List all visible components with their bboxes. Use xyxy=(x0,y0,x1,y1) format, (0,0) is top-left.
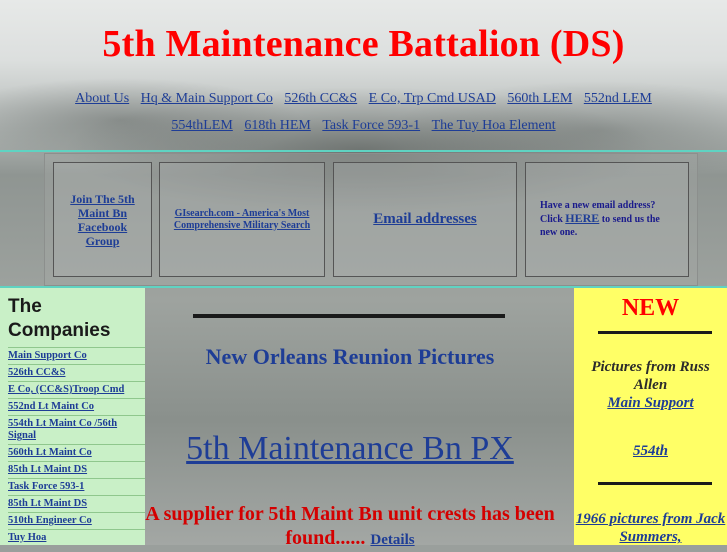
news-sidebar: NEW Pictures from Russ Allen Main Suppor… xyxy=(574,288,727,545)
new-email-box: Have a new email address? Click HERE to … xyxy=(525,162,689,277)
facebook-group-link[interactable]: Join The 5th Maint Bn Facebook Group xyxy=(54,192,151,248)
pictures-from-text: Pictures from Russ Allen xyxy=(591,359,710,393)
gisearch-link[interactable]: GIsearch.com - America's Most Comprehens… xyxy=(160,208,324,232)
company-link-560th[interactable]: 560th Lt Maint Co xyxy=(8,447,92,458)
new-email-here-link[interactable]: HERE xyxy=(565,211,599,225)
gisearch-box: GIsearch.com - America's Most Comprehens… xyxy=(159,162,325,277)
px-heading[interactable]: 5th Maintenance Bn PX xyxy=(145,430,555,468)
list-item: 85th Lt Maint DS xyxy=(8,495,145,512)
feature-box-row: Join The 5th Maint Bn Facebook Group GIs… xyxy=(44,153,698,286)
company-link-tuy-hoa[interactable]: Tuy Hoa xyxy=(8,532,46,543)
nav-e-co[interactable]: E Co, Trp Cmd USAD xyxy=(369,91,496,106)
list-item: 552nd Lt Maint Co xyxy=(8,398,145,415)
companies-title: The Companies xyxy=(8,296,111,341)
company-link-task-force[interactable]: Task Force 593-1 xyxy=(8,481,84,492)
nav-tuy-hoa[interactable]: The Tuy Hoa Element xyxy=(432,118,556,133)
company-link-e-co[interactable]: E Co, (CC&S)Troop Cmd xyxy=(8,384,124,395)
nav-about-us[interactable]: About Us xyxy=(75,91,129,106)
supplier-text: A supplier for 5th Maint Bn unit crests … xyxy=(145,503,555,549)
facebook-box: Join The 5th Maint Bn Facebook Group xyxy=(53,162,152,277)
list-item: 526th CC&S xyxy=(8,364,145,381)
554th-block: 554th xyxy=(574,442,727,460)
1966-pictures-link[interactable]: 1966 pictures from Jack Summers, xyxy=(576,511,726,545)
list-item: E Co, (CC&S)Troop Cmd xyxy=(8,381,145,398)
company-link-85th[interactable]: 85th Lt Maint DS xyxy=(8,464,87,475)
nav-560th[interactable]: 560th LEM xyxy=(507,91,572,106)
company-link-526th[interactable]: 526th CC&S xyxy=(8,367,65,378)
list-item: 510th Engineer Co xyxy=(8,512,145,529)
divider-top xyxy=(0,150,727,152)
list-item: Main Support Co xyxy=(8,347,145,364)
nav-552nd[interactable]: 552nd LEM xyxy=(584,91,652,106)
new-label: NEW xyxy=(621,295,680,321)
list-item: Tuy Hoa xyxy=(8,529,145,546)
nav-task-force[interactable]: Task Force 593-1 xyxy=(322,118,420,133)
company-link-554th[interactable]: 554th Lt Maint Co /56th Signal xyxy=(8,418,117,441)
list-item: Task Force 593-1 xyxy=(8,478,145,495)
nav-row-1: About Us Hq & Main Support Co 526th CC&S… xyxy=(0,91,727,107)
companies-list: Main Support Co 526th CC&S E Co, (CC&S)T… xyxy=(0,347,145,546)
company-link-main-support[interactable]: Main Support Co xyxy=(8,350,87,361)
list-item: 560th Lt Maint Co xyxy=(8,444,145,461)
company-link-552nd[interactable]: 552nd Lt Maint Co xyxy=(8,401,94,412)
news-rule-2 xyxy=(598,482,712,485)
details-link[interactable]: Details xyxy=(370,532,414,548)
nav-row-2: 554thLEM 618th HEM Task Force 593-1 The … xyxy=(0,118,727,134)
1966-block: 1966 pictures from Jack Summers, xyxy=(574,510,727,546)
list-item: 85th Lt Maint DS xyxy=(8,461,145,478)
nav-hq-main-support[interactable]: Hq & Main Support Co xyxy=(141,91,273,106)
site-title: 5th Maintenance Battalion (DS) xyxy=(102,23,625,65)
nav-618th[interactable]: 618th HEM xyxy=(244,118,311,133)
company-link-85th-2[interactable]: 85th Lt Maint DS xyxy=(8,498,87,509)
center-rule xyxy=(193,314,505,318)
main-support-link[interactable]: Main Support xyxy=(607,395,693,411)
main-content: New Orleans Reunion Pictures 5th Mainten… xyxy=(145,288,574,549)
554th-link[interactable]: 554th xyxy=(633,443,668,459)
email-box: Email addresses xyxy=(333,162,517,277)
list-item: 554th Lt Maint Co /56th Signal xyxy=(8,415,145,444)
nav-554th[interactable]: 554thLEM xyxy=(171,118,232,133)
russ-allen-block: Pictures from Russ Allen Main Support xyxy=(574,358,727,412)
reunion-heading: New Orleans Reunion Pictures xyxy=(205,344,495,369)
companies-sidebar: The Companies Main Support Co 526th CC&S… xyxy=(0,288,145,545)
company-link-510th[interactable]: 510th Engineer Co xyxy=(8,515,92,526)
new-email-text: Have a new email address? Click HERE to … xyxy=(526,200,688,240)
email-addresses-link[interactable]: Email addresses xyxy=(373,211,476,228)
nav-526th[interactable]: 526th CC&S xyxy=(284,91,357,106)
news-rule-1 xyxy=(598,331,712,334)
